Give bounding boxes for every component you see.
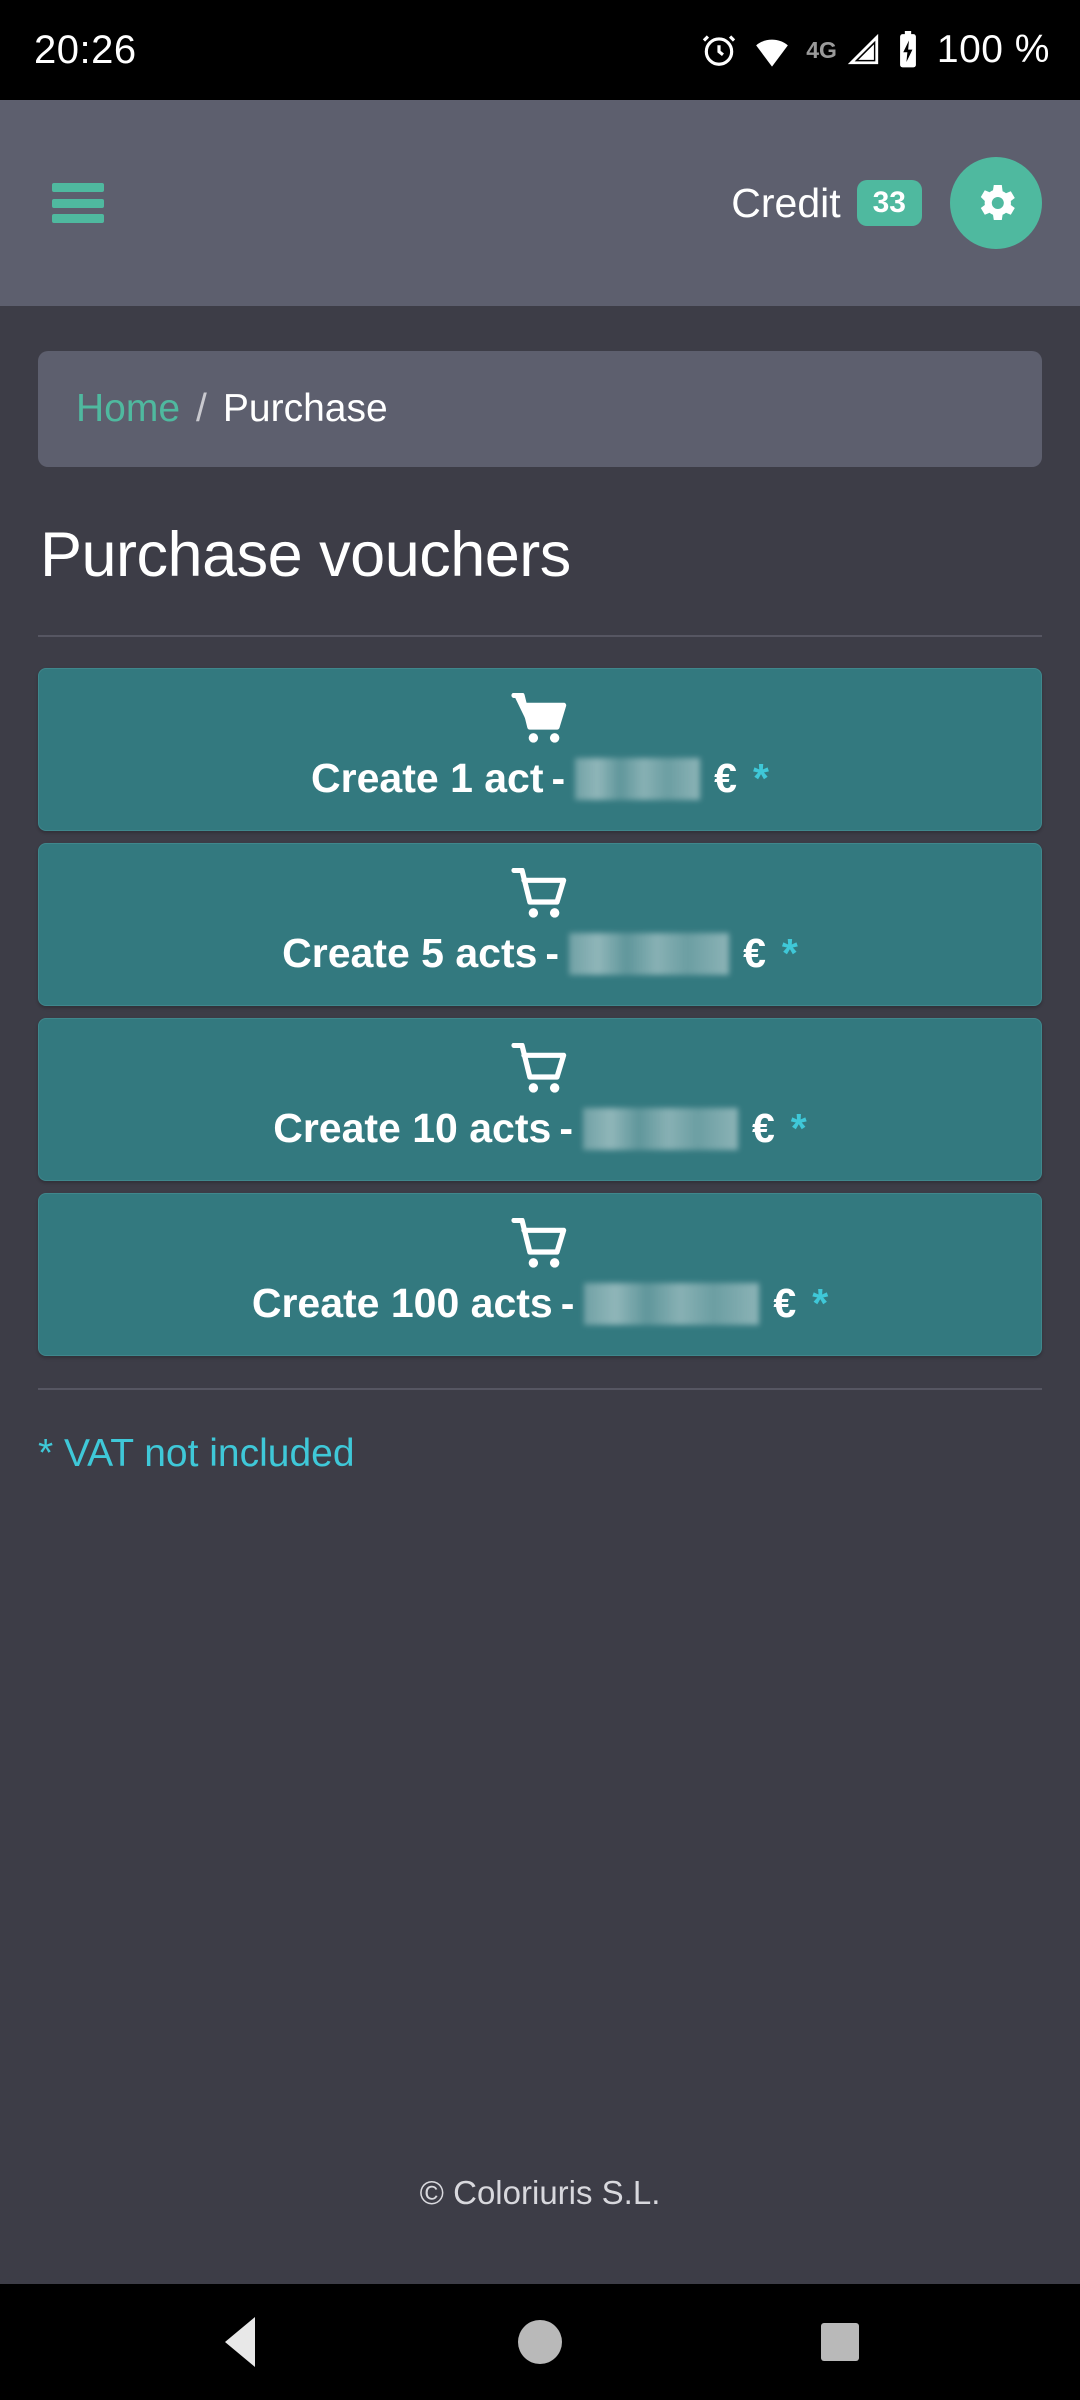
currency-symbol: €: [714, 755, 737, 801]
voucher-price-redacted: [582, 1107, 738, 1150]
network-type-label: 4G: [806, 36, 837, 63]
footnote-asterisk: *: [781, 930, 798, 976]
nav-back-button[interactable]: [180, 2284, 300, 2400]
voucher-card-label-row: Create 100 acts - € *: [39, 1280, 1041, 1327]
voucher-dash: -: [551, 755, 566, 801]
hamburger-line: [52, 214, 104, 223]
back-icon: [225, 2317, 255, 2367]
voucher-label: Create 10 acts: [273, 1105, 552, 1151]
voucher-price-redacted: [584, 1282, 760, 1325]
shopping-cart-icon: [511, 693, 567, 743]
voucher-label: Create 100 acts: [251, 1280, 553, 1326]
credit-label: Credit: [731, 179, 841, 226]
recents-icon: [821, 2323, 859, 2361]
voucher-price-redacted: [569, 932, 730, 975]
battery-percentage: 100 %: [936, 28, 1050, 71]
app-header-actions: Credit 33: [731, 157, 1042, 249]
credit-display[interactable]: Credit 33: [731, 180, 922, 227]
credit-badge: 33: [856, 180, 922, 226]
voucher-dash: -: [560, 1280, 575, 1326]
title-divider: [38, 635, 1042, 637]
page-content: Home / Purchase Purchase vouchers Create…: [0, 306, 1080, 2284]
gear-icon: [980, 185, 1015, 220]
voucher-label: Create 1 act: [311, 755, 544, 801]
voucher-dash: -: [559, 1105, 573, 1151]
nav-recents-button[interactable]: [780, 2284, 900, 2400]
wifi-icon: [756, 39, 789, 67]
shopping-cart-icon: [511, 1043, 567, 1093]
status-clock: 20:26: [34, 27, 137, 72]
breadcrumb-separator: /: [196, 387, 207, 430]
voucher-card-10-acts[interactable]: Create 10 acts - € *: [38, 1018, 1042, 1181]
voucher-card-5-acts[interactable]: Create 5 acts - € *: [38, 843, 1042, 1006]
voucher-card-100-acts[interactable]: Create 100 acts - € *: [38, 1193, 1042, 1356]
voucher-dash: -: [545, 930, 560, 976]
status-bar: 20:26 4G 100 %: [0, 0, 1080, 100]
home-icon: [518, 2320, 562, 2364]
nav-home-button[interactable]: [480, 2284, 600, 2400]
alarm-icon: [703, 35, 736, 66]
status-icons: 4G 100 %: [700, 28, 1050, 72]
phone-screen: 20:26 4G 100 % Credit 33 Home / Purchase…: [0, 0, 1080, 2400]
voucher-card-1-act[interactable]: Create 1 act - € *: [38, 668, 1042, 831]
voucher-card-list: Create 1 act - € * Create 5 acts - € * C…: [38, 668, 1042, 1356]
copyright-text: © Coloriuris S.L.: [419, 2174, 661, 2211]
currency-symbol: €: [773, 1280, 797, 1326]
footnote-asterisk: *: [812, 1280, 829, 1326]
app-header-bar: Credit 33: [0, 100, 1080, 306]
signal-icon: [847, 33, 879, 65]
footnote-asterisk: *: [752, 755, 769, 801]
voucher-price-redacted: [575, 757, 701, 800]
voucher-label: Create 5 acts: [282, 930, 538, 976]
vat-note: * VAT not included: [38, 1432, 355, 1475]
battery-icon: [899, 31, 916, 68]
voucher-card-label-row: Create 10 acts - € *: [39, 1105, 1041, 1152]
breadcrumb: Home / Purchase: [38, 351, 1042, 467]
currency-symbol: €: [751, 1105, 775, 1151]
currency-symbol: €: [743, 930, 766, 976]
breadcrumb-home-link[interactable]: Home: [76, 387, 180, 431]
shopping-cart-icon: [511, 868, 567, 918]
voucher-card-label-row: Create 1 act - € *: [39, 755, 1041, 802]
hamburger-menu-icon[interactable]: [52, 183, 104, 223]
shopping-cart-icon: [511, 1218, 567, 1268]
hamburger-line: [52, 183, 104, 192]
hamburger-line: [52, 198, 104, 208]
settings-button[interactable]: [950, 157, 1042, 249]
breadcrumb-current: Purchase: [222, 387, 388, 430]
footnote-asterisk: *: [790, 1105, 807, 1151]
page-title: Purchase vouchers: [40, 520, 571, 590]
footer-divider: [38, 1388, 1042, 1390]
android-navigation-bar: [0, 2284, 1080, 2400]
voucher-card-label-row: Create 5 acts - € *: [39, 930, 1041, 977]
